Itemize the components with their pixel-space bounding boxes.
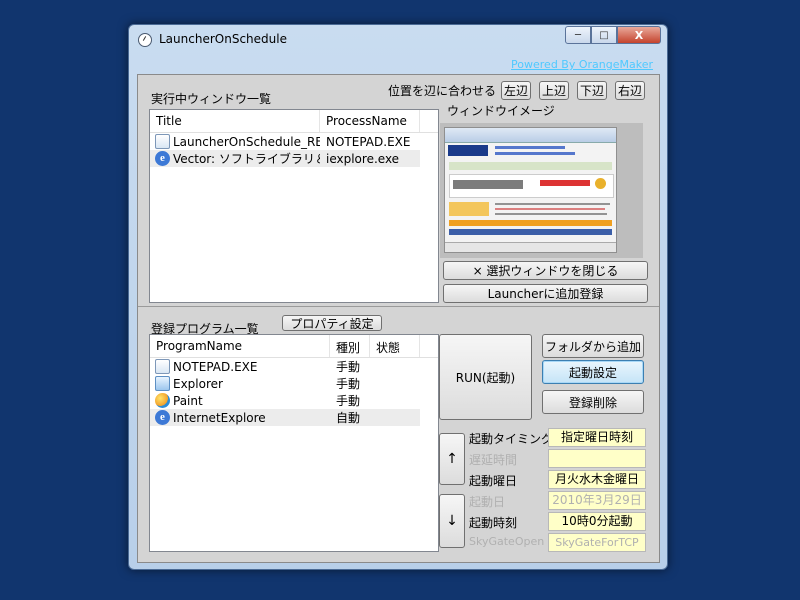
preview-thumbnail (444, 127, 617, 253)
section-divider (138, 306, 659, 307)
list-item[interactable]: LauncherOnSchedule_REA... NOTEPAD.EXE (150, 133, 438, 150)
registered-programs-list[interactable]: ProgramName 種別 状態 NOTEPAD.EXE 手動 Explore… (149, 334, 439, 552)
add-from-folder-button[interactable]: フォルダから追加 (542, 334, 644, 358)
add-to-launcher-button[interactable]: Launcherに追加登録 (443, 284, 648, 303)
list-header: Title ProcessName (150, 110, 438, 133)
column-program-name[interactable]: ProgramName (150, 335, 330, 357)
list-item[interactable]: e InternetExplore 自動 (150, 409, 420, 426)
clock-icon (138, 33, 152, 47)
launch-settings-button[interactable]: 起動設定 (542, 360, 644, 384)
close-button[interactable]: X (617, 26, 661, 44)
timing-field[interactable]: 指定曜日時刻 (548, 428, 646, 447)
align-label: 位置を辺に合わせる (388, 84, 497, 98)
column-state[interactable]: 状態 (370, 335, 420, 357)
caption-buttons: ─ □ X (565, 26, 661, 44)
time-field[interactable]: 10時0分起動 (548, 512, 646, 531)
weekday-field[interactable]: 月火水木金曜日 (548, 470, 646, 489)
folder-icon (155, 376, 170, 391)
client-area: 実行中ウィンドウ一覧 位置を辺に合わせる 左辺 上辺 下辺 右辺 ウィンドウイメ… (137, 74, 660, 563)
paint-icon (155, 393, 170, 408)
skygate-label: SkyGateOpen (469, 535, 545, 548)
align-bottom-button[interactable]: 下辺 (577, 81, 607, 100)
window-title: LauncherOnSchedule (159, 32, 287, 46)
property-settings-button[interactable]: プロパティ設定 (282, 315, 382, 331)
time-label: 起動時刻 (469, 516, 518, 530)
delay-label: 遅延時間 (469, 453, 518, 467)
ie-icon: e (155, 410, 170, 425)
minimize-button[interactable]: ─ (565, 26, 591, 44)
maximize-button[interactable]: □ (591, 26, 617, 44)
list-item[interactable]: NOTEPAD.EXE 手動 (150, 358, 438, 375)
align-left-button[interactable]: 左辺 (501, 81, 531, 100)
list-item[interactable]: Paint 手動 (150, 392, 438, 409)
column-process[interactable]: ProcessName (320, 110, 420, 132)
skygate-field[interactable]: SkyGateForTCP (548, 533, 646, 552)
list-item[interactable]: e Vector: ソフトライブラリ＆... iexplore.exe (150, 150, 420, 167)
ie-icon: e (155, 151, 170, 166)
running-windows-list[interactable]: Title ProcessName LauncherOnSchedule_REA… (149, 109, 439, 303)
main-window: LauncherOnSchedule ─ □ X Powered By Oran… (128, 24, 668, 570)
window-image-preview (440, 123, 643, 258)
move-up-button[interactable]: ↑ (439, 433, 465, 485)
document-icon (155, 134, 170, 149)
delete-registration-button[interactable]: 登録削除 (542, 390, 644, 414)
list-header: ProgramName 種別 状態 (150, 335, 438, 358)
list-item[interactable]: Explorer 手動 (150, 375, 438, 392)
powered-by-link[interactable]: Powered By OrangeMaker (511, 58, 653, 71)
close-selected-window-button[interactable]: × 選択ウィンドウを閉じる (443, 261, 648, 280)
date-field[interactable]: 2010年3月29日 (548, 491, 646, 510)
move-down-button[interactable]: ↓ (439, 494, 465, 548)
preview-label: ウィンドウイメージ (447, 104, 555, 118)
column-kind[interactable]: 種別 (330, 335, 370, 357)
date-label: 起動日 (469, 495, 506, 509)
delay-field[interactable] (548, 449, 646, 468)
weekday-label: 起動曜日 (469, 474, 518, 488)
timing-label: 起動タイミング (469, 432, 554, 446)
align-right-button[interactable]: 右辺 (615, 81, 645, 100)
column-title[interactable]: Title (150, 110, 320, 132)
run-button[interactable]: RUN(起動) (439, 334, 532, 420)
align-top-button[interactable]: 上辺 (539, 81, 569, 100)
running-windows-title: 実行中ウィンドウ一覧 (151, 92, 272, 106)
document-icon (155, 359, 170, 374)
